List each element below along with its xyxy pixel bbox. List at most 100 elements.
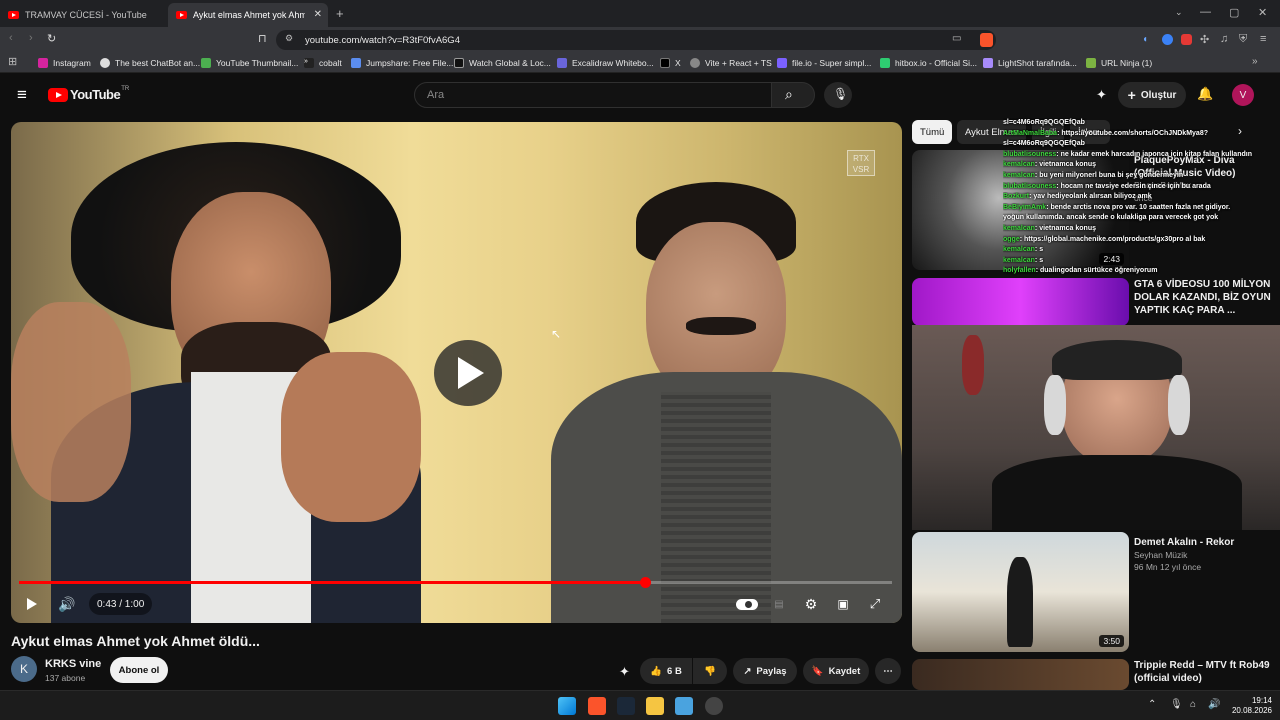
maximize-icon[interactable]: ▢ — [1229, 6, 1239, 19]
share-button[interactable]: ↗ Paylaş — [733, 658, 797, 684]
settings-button[interactable]: ⚙ — [799, 592, 823, 616]
play-overlay-button[interactable] — [434, 340, 502, 406]
bookmark-hitbox[interactable]: hitbox.io - Official Si... — [880, 56, 977, 70]
rec-channel[interactable]: Seyhan Müzik — [1134, 550, 1187, 560]
brave-shield-icon[interactable] — [980, 33, 993, 47]
windows-start-icon[interactable] — [558, 697, 576, 715]
rec-thumbnail[interactable] — [912, 278, 1129, 326]
theater-mode-button[interactable]: ▣ — [831, 592, 855, 616]
rec-title[interactable]: Demet Akalın - Rekor — [1134, 536, 1274, 549]
minimize-icon[interactable]: — — [1200, 6, 1211, 18]
extensions-icon[interactable]: ✣ — [1200, 33, 1209, 46]
channel-avatar[interactable]: K — [11, 656, 37, 682]
chip-related[interactable]: İlgili — [1032, 120, 1065, 144]
mic-tray-icon[interactable]: 🎙 — [1170, 699, 1183, 710]
bookmark-watch-global[interactable]: Watch Global & Loc... — [454, 56, 551, 70]
bookmark-lightshot[interactable]: LightShot tarafında... — [983, 56, 1077, 70]
tab-tramvay[interactable]: TRAMVAY CÜCESİ - YouTube — [0, 3, 165, 27]
premium-badge-icon[interactable]: ✦ — [1096, 87, 1107, 103]
back-icon[interactable]: ‹ — [9, 32, 13, 44]
rec-channel[interactable]: PlaqueBoyMax — [1134, 180, 1191, 190]
sparkle-icon[interactable]: ✦ — [619, 664, 630, 680]
voice-search-button[interactable]: 🎙 — [824, 82, 852, 108]
steam-taskbar-icon[interactable] — [617, 697, 635, 715]
network-icon[interactable]: ⌂ — [1190, 699, 1196, 710]
autoplay-toggle[interactable] — [735, 592, 759, 616]
video-player[interactable]: RTX VSR 🔊 0:43 / 1:00 ▤ ⚙ ▣ ⤢ — [11, 122, 902, 623]
play-button[interactable] — [20, 592, 44, 616]
bookmark-chatbot[interactable]: The best ChatBot an... — [100, 56, 200, 70]
rec-title[interactable]: Trippie Redd – MTV ft Rob49 (official vi… — [1134, 659, 1274, 685]
extension-2-icon[interactable] — [1181, 34, 1192, 45]
subtitles-button[interactable]: ▤ — [767, 592, 791, 616]
rec-thumbnail[interactable]: 2:43 — [912, 150, 1129, 270]
rec-thumbnail[interactable] — [912, 659, 1129, 690]
fileio-icon — [777, 58, 787, 68]
bookmark-icon[interactable]: ⊓ — [258, 32, 267, 45]
save-button[interactable]: 🔖 Kaydet — [803, 658, 869, 684]
bookmark-cobalt[interactable]: » cobalt — [304, 56, 342, 70]
app-taskbar-icon[interactable] — [675, 697, 693, 715]
create-button[interactable]: + Oluştur — [1118, 82, 1186, 108]
audio-icon[interactable]: ◖ — [1142, 34, 1148, 45]
rec-item-4[interactable]: Trippie Redd – MTV ft Rob49 (official vi… — [912, 659, 1274, 690]
youtube-logo[interactable]: YouTube TR — [48, 86, 129, 102]
rec-title[interactable]: PlaquePoyMax - Diva (Official Music Vide… — [1134, 154, 1274, 180]
system-clock[interactable]: 19:14 20.08.2026 — [1232, 696, 1272, 716]
media-icon[interactable]: ♫ — [1220, 33, 1228, 45]
notifications-bell-icon[interactable]: 🔔 — [1197, 86, 1213, 102]
fullscreen-button[interactable]: ⤢ — [863, 592, 887, 616]
brave-taskbar-icon[interactable] — [588, 697, 606, 715]
bookmark-youtube-thumbnail[interactable]: YouTube Thumbnail... — [201, 56, 298, 70]
bookmark-jumpshare[interactable]: Jumpshare: Free File... — [351, 56, 453, 70]
channel-name[interactable]: KRKS vine — [45, 658, 101, 670]
bookmark-vite[interactable]: Vite + React + TS — [690, 56, 772, 70]
rec-item-3[interactable]: 3:50 Demet Akalın - Rekor Seyhan Müzik 9… — [912, 532, 1274, 652]
forward-icon[interactable]: › — [29, 32, 33, 44]
menu-icon[interactable]: ≡ — [1260, 33, 1266, 45]
like-button[interactable]: 👍 6 B — [640, 658, 692, 684]
bookmark-instagram[interactable]: Instagram — [38, 56, 91, 70]
vpn-icon[interactable]: ⛨ — [1239, 33, 1247, 46]
close-tab-icon[interactable]: ✕ — [314, 9, 322, 20]
bookmark-excalidraw[interactable]: Excalidraw Whitebo... — [557, 56, 654, 70]
progress-scrubber[interactable] — [639, 577, 651, 588]
hamburger-menu-icon[interactable]: ≡ — [17, 85, 27, 105]
tab-active-video[interactable]: Aykut elmas Ahmet yok Ahmet ö ✕ — [168, 3, 328, 27]
reload-icon[interactable]: ↻ — [47, 32, 56, 45]
user-avatar[interactable]: V — [1232, 84, 1254, 106]
share-icon: ↗ — [743, 665, 752, 677]
rec-title[interactable]: GTA 6 VİDEOSU 100 MİLYON DOLAR KAZANDI, … — [1134, 278, 1274, 317]
file-explorer-icon[interactable] — [646, 697, 664, 715]
new-tab-button[interactable]: + — [336, 6, 344, 21]
subscribe-button[interactable]: Abone ol — [110, 657, 168, 683]
tray-overflow-icon[interactable]: ⌃ — [1148, 699, 1156, 710]
tab-search-icon[interactable]: ⌄ — [1175, 7, 1183, 18]
search-button[interactable]: ⌕ — [771, 82, 815, 108]
chip-watched[interactable]: İzlen — [1070, 120, 1110, 144]
chip-all[interactable]: Tümü — [912, 120, 953, 144]
speaker-tray-icon[interactable]: 🔊 — [1208, 699, 1220, 710]
rec-item-1[interactable]: 2:43 PlaquePoyMax - Diva (Official Music… — [912, 150, 1274, 270]
rec-thumbnail[interactable]: 3:50 — [912, 532, 1129, 652]
bookmark-fileio[interactable]: file.io - Super simpl... — [777, 56, 871, 70]
search-input[interactable]: Ara — [414, 82, 772, 108]
progress-bar[interactable] — [19, 577, 892, 588]
cast-icon[interactable]: ▭ — [952, 33, 961, 44]
chip-aykut-elmas[interactable]: Aykut Elmas — [957, 120, 1026, 144]
bookmark-url-ninja[interactable]: URL Ninja (1) — [1086, 56, 1152, 70]
chips-next-icon[interactable]: › — [1238, 124, 1242, 138]
apps-icon[interactable]: ⊞ — [8, 55, 17, 68]
close-window-icon[interactable]: ✕ — [1258, 6, 1267, 19]
extension-1-icon[interactable] — [1162, 34, 1173, 45]
rec-item-2[interactable]: GTA 6 VİDEOSU 100 MİLYON DOLAR KAZANDI, … — [912, 278, 1274, 326]
chat-app-taskbar-icon[interactable] — [705, 697, 723, 715]
more-bookmarks-icon[interactable]: » — [1252, 56, 1258, 67]
autoplay-icon — [736, 598, 758, 610]
site-info-icon[interactable]: ⚙ — [285, 33, 293, 44]
bookmark-x[interactable]: X — [660, 56, 681, 70]
dislike-button[interactable]: 👎 — [693, 658, 727, 684]
volume-button[interactable]: 🔊 — [55, 592, 79, 616]
more-actions-button[interactable]: ⋯ — [875, 658, 901, 684]
url-field[interactable]: ⚙ youtube.com/watch?v=R3tF0fvA6G4 ▭ — [276, 30, 996, 50]
